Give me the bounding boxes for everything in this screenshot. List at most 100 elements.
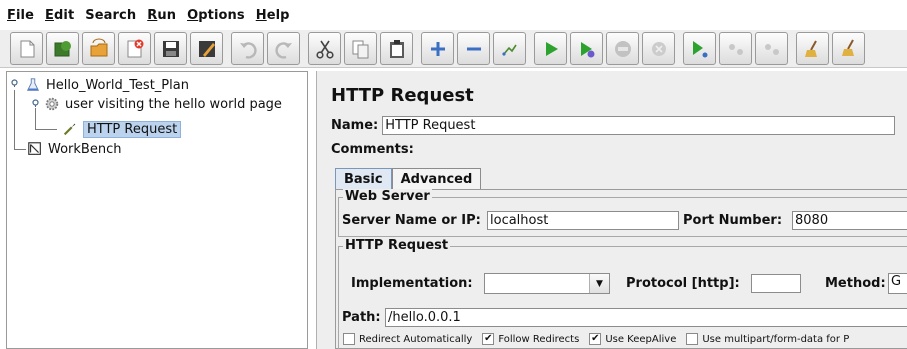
basic-tab-body: Web Server Server Name or IP: Port Numbe…: [335, 189, 907, 349]
tree-node-http-request[interactable]: HTTP Request: [61, 119, 182, 139]
new-button[interactable]: [10, 32, 43, 65]
remote-stop-icon: [728, 43, 743, 55]
tree-node-thread-group[interactable]: user visiting the hello world page: [43, 94, 282, 114]
save-as-icon: [198, 40, 215, 57]
undo-button[interactable]: [231, 32, 264, 65]
use-multipart-checkbox[interactable]: [686, 333, 699, 345]
close-icon: [127, 39, 143, 57]
stop-button[interactable]: [606, 32, 639, 65]
menu-search[interactable]: Search: [85, 8, 136, 23]
open-button[interactable]: [82, 32, 115, 65]
menu-help[interactable]: Help: [256, 8, 290, 23]
menu-run[interactable]: Run: [147, 8, 176, 23]
cut-icon: [315, 40, 334, 59]
undo-icon: [239, 41, 257, 59]
cut-button[interactable]: [308, 32, 341, 65]
shutdown-icon: [651, 41, 666, 56]
tree-label-thread-group: user visiting the hello world page: [65, 96, 282, 112]
menu-edit[interactable]: Edit: [45, 8, 74, 23]
method-select[interactable]: G: [888, 273, 907, 294]
tree-node-workbench[interactable]: WorkBench: [26, 139, 121, 159]
clear-button[interactable]: [796, 32, 829, 65]
use-keepalive-checkbox[interactable]: ✔: [589, 333, 602, 345]
implementation-label: Implementation:: [351, 276, 473, 291]
toggle-button[interactable]: [493, 32, 526, 65]
protocol-field[interactable]: [751, 274, 801, 293]
implementation-select[interactable]: ▼: [484, 273, 610, 294]
tree-node-test-plan[interactable]: Hello_World_Test_Plan: [24, 75, 189, 95]
tab-advanced[interactable]: Advanced: [391, 168, 482, 189]
tab-strip: Basic Advanced: [335, 168, 482, 189]
remote-shutdown-button[interactable]: [755, 32, 788, 65]
toggle-icon: [501, 44, 517, 56]
pipette-icon: [61, 120, 79, 138]
comments-row: Comments:: [331, 142, 414, 157]
test-plan-tree: Hello_World_Test_Plan user visiting the …: [6, 71, 308, 349]
save-button[interactable]: [154, 32, 187, 65]
broom-icon: [804, 40, 817, 57]
menu-help-label: elp: [266, 7, 290, 23]
web-server-legend: Web Server: [343, 189, 432, 204]
gear-icon: [43, 95, 61, 113]
follow-redirects-checkbox[interactable]: ✔: [482, 333, 495, 345]
name-label: Name:: [331, 118, 379, 133]
comments-label: Comments:: [331, 142, 414, 157]
clear-all-button[interactable]: [832, 32, 865, 65]
stop-icon: [614, 40, 631, 57]
menu-file-label: ile: [15, 7, 35, 23]
remote-start-button[interactable]: [683, 32, 716, 65]
save-as-button[interactable]: [190, 32, 223, 65]
menu-options-label: ptions: [198, 7, 245, 23]
web-server-group: Web Server Server Name or IP: Port Numbe…: [338, 189, 907, 237]
path-label: Path:: [342, 310, 381, 325]
name-row: Name:: [331, 116, 896, 135]
tab-basic[interactable]: Basic: [335, 168, 392, 189]
redo-icon: [274, 41, 292, 59]
menu-edit-mnemonic: E: [45, 7, 54, 23]
save-icon: [162, 40, 179, 57]
tree-label-workbench: WorkBench: [48, 141, 122, 157]
toolbar: [0, 30, 907, 68]
menu-run-mnemonic: R: [147, 7, 158, 23]
shutdown-button[interactable]: [642, 32, 675, 65]
menu-options-mnemonic: O: [187, 7, 199, 23]
start-button[interactable]: [534, 32, 567, 65]
tree-label-http-request: HTTP Request: [83, 120, 182, 138]
server-name-field[interactable]: [487, 211, 679, 230]
redirect-automatically-checkbox[interactable]: [343, 333, 355, 345]
remote-start-icon: [692, 40, 707, 57]
remote-shutdown-icon: [764, 43, 779, 55]
redirect-automatically-label: Redirect Automatically: [359, 333, 473, 345]
use-keepalive-label: Use KeepAlive: [605, 333, 677, 345]
menu-options[interactable]: Options: [187, 8, 245, 23]
flask-icon: [24, 76, 42, 94]
port-field[interactable]: [792, 211, 907, 230]
menu-file[interactable]: File: [7, 8, 34, 23]
close-button[interactable]: [118, 32, 151, 65]
collapse-all-button[interactable]: [457, 32, 490, 65]
test-plan-expander-icon[interactable]: [10, 78, 19, 87]
broom-all-icon: [841, 39, 854, 56]
redo-button[interactable]: [267, 32, 300, 65]
name-field[interactable]: [382, 116, 896, 135]
dropdown-arrow-icon[interactable]: ▼: [589, 274, 609, 293]
remote-stop-button[interactable]: [719, 32, 752, 65]
menu-search-label: Search: [85, 7, 137, 23]
minus-icon: [466, 47, 481, 50]
http-request-panel: HTTP Request Name: Comments: Basic Advan…: [316, 71, 907, 349]
thread-group-expander-icon[interactable]: [31, 98, 40, 107]
path-field[interactable]: [385, 308, 907, 327]
templates-icon: [54, 40, 71, 56]
copy-button[interactable]: [344, 32, 377, 65]
expand-all-button[interactable]: [421, 32, 454, 65]
menu-run-label: un: [157, 7, 177, 23]
templates-button[interactable]: [46, 32, 79, 65]
port-label: Port Number:: [683, 213, 783, 228]
copy-icon: [352, 40, 368, 58]
start-no-pauses-button[interactable]: [570, 32, 603, 65]
menu-edit-label: dit: [54, 7, 75, 23]
plus-icon: [430, 41, 445, 56]
open-icon: [90, 38, 107, 56]
paste-button[interactable]: [380, 32, 413, 65]
options-checkbox-row: Redirect Automatically ✔ Follow Redirect…: [343, 333, 859, 345]
